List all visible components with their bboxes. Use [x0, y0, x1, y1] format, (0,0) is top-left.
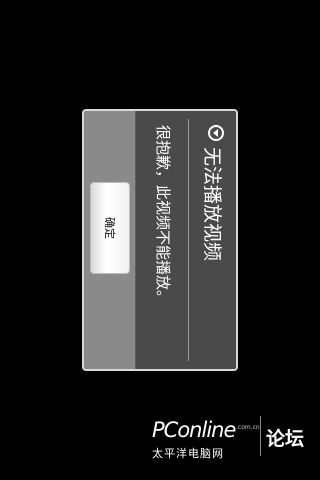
dialog-button-panel: 确定 [84, 111, 136, 369]
watermark-separator [260, 416, 261, 456]
watermark-logo: PConline [152, 418, 236, 442]
dialog-title-row: 无法播放视频 [192, 111, 236, 369]
alert-dialog: 确定 无法播放视频 很抱歉，此视频不能播放。 [82, 109, 238, 371]
watermark-domain: .com.cn [236, 424, 260, 431]
dialog-message: 很抱歉，此视频不能播放。 [154, 125, 172, 306]
dialog-rotated-content: 无法播放视频 很抱歉，此视频不能播放。 [136, 111, 236, 369]
ok-button-label: 确定 [103, 217, 116, 239]
watermark: PConline .com.cn 太平洋电脑网 论坛 [152, 414, 320, 480]
dialog-content: 无法播放视频 很抱歉，此视频不能播放。 [136, 111, 236, 369]
dialog-divider [188, 119, 189, 361]
watermark-subtitle: 太平洋电脑网 [152, 447, 224, 460]
watermark-forum: 论坛 [266, 428, 305, 450]
info-icon [208, 125, 224, 141]
ok-button[interactable]: 确定 [90, 182, 130, 274]
dialog-title: 无法播放视频 [201, 147, 223, 262]
screen: 确定 无法播放视频 很抱歉，此视频不能播放。 PConline .com.cn … [0, 0, 320, 480]
